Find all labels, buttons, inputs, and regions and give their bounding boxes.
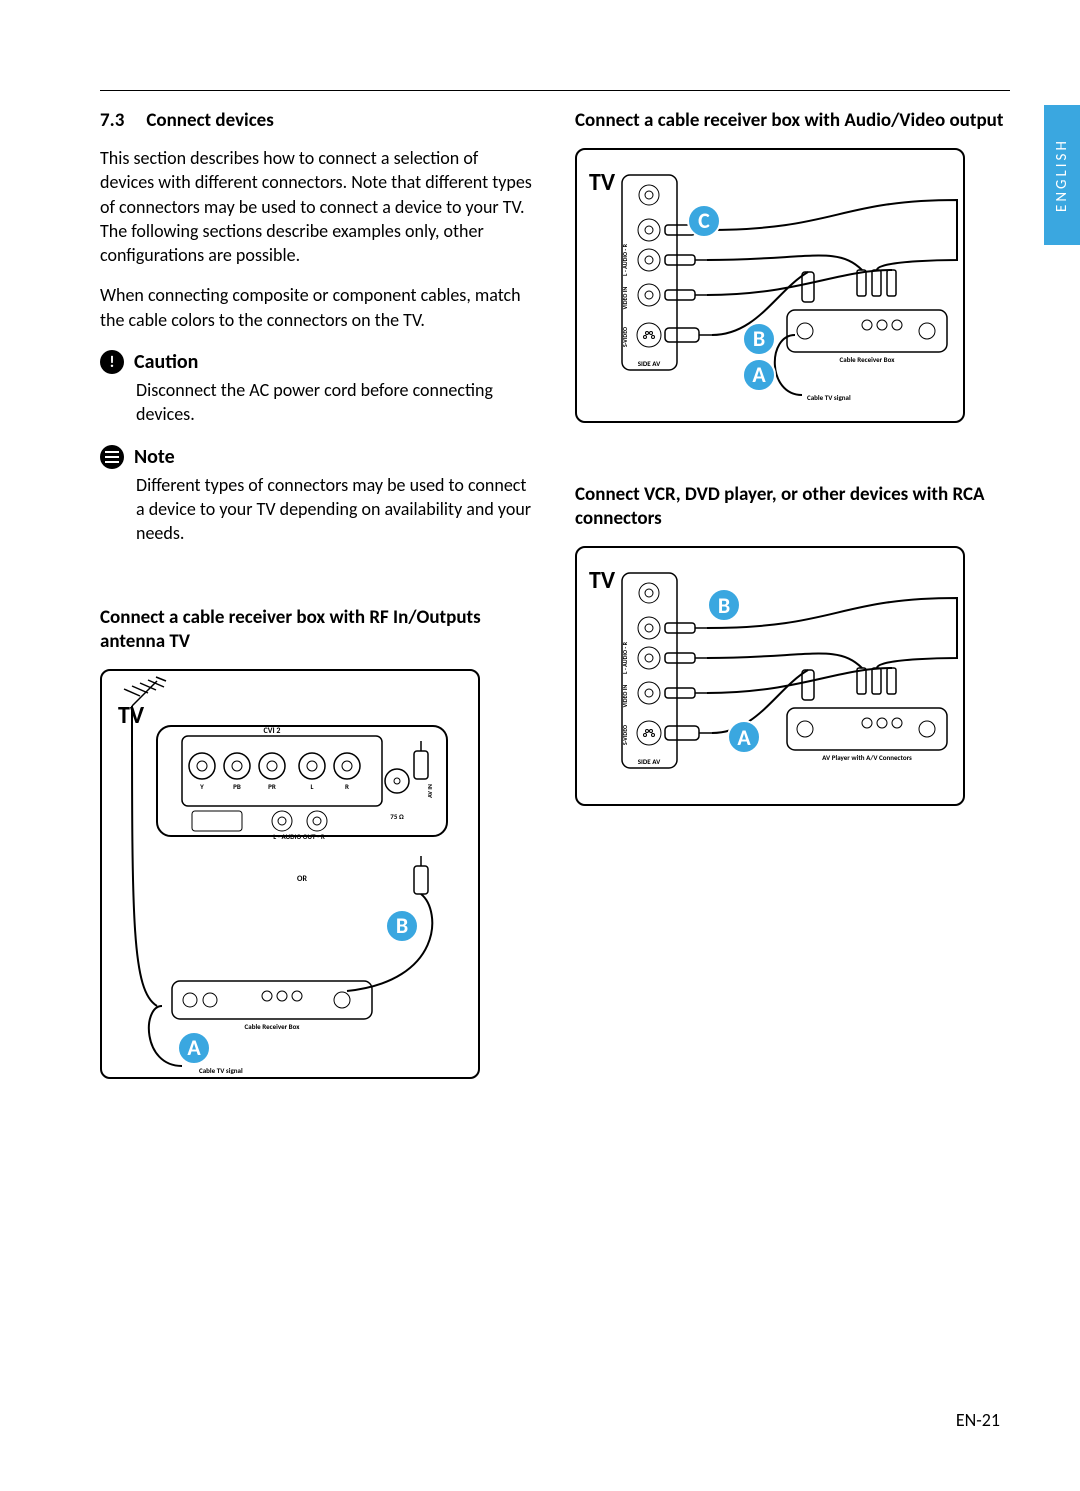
svg-text:OR: OR <box>297 874 307 884</box>
note-label: Note <box>134 445 175 469</box>
diagram-rf: CVI 2 Y PB PR L R L - AUDIO OU <box>100 669 480 1079</box>
svg-text:L - AUDIO OUT - R: L - AUDIO OUT - R <box>273 832 325 841</box>
svg-text:Cable Receiver Box: Cable Receiver Box <box>245 1022 301 1031</box>
subheading-rca: Connect VCR, DVD player, or other device… <box>575 483 1010 532</box>
diagram-rca: L - AUDIO - R VIDEO IN S-VIDEO SIDE AV <box>575 546 965 806</box>
svg-text:AV IN: AV IN <box>426 784 434 798</box>
svg-text:R: R <box>345 782 349 791</box>
left-column: 7.3 Connect devices This section describe… <box>100 109 535 1079</box>
note-icon <box>100 445 124 469</box>
svg-text:VIDEO IN: VIDEO IN <box>621 286 629 309</box>
badge-b: B <box>385 909 419 943</box>
svg-text:Cable Receiver Box: Cable Receiver Box <box>840 355 896 364</box>
right-column: Connect a cable receiver box with Audio/… <box>575 109 1010 1079</box>
svg-text:VIDEO IN: VIDEO IN <box>621 685 629 708</box>
svg-text:Y: Y <box>199 782 204 791</box>
badge-b: B <box>707 588 741 622</box>
tv-label: TV <box>589 168 615 197</box>
caution-block: ! Caution Disconnect the AC power cord b… <box>100 350 535 427</box>
page-content: 7.3 Connect devices This section describe… <box>0 0 1080 1491</box>
svg-text:S-VIDEO: S-VIDEO <box>621 725 629 745</box>
svg-text:75 Ω: 75 Ω <box>390 812 404 821</box>
svg-text:Cable TV signal: Cable TV signal <box>199 1066 243 1075</box>
note-text: Different types of connectors may be use… <box>100 473 535 546</box>
caution-text: Disconnect the AC power cord before conn… <box>100 378 535 427</box>
svg-text:Cable TV signal: Cable TV signal <box>807 393 851 402</box>
subheading-rf: Connect a cable receiver box with RF In/… <box>100 606 535 655</box>
page-number: EN-21 <box>956 1409 1000 1431</box>
badge-a: A <box>727 720 761 754</box>
svg-text:SIDE AV: SIDE AV <box>638 757 661 766</box>
svg-text:PR: PR <box>268 782 276 791</box>
subheading-av: Connect a cable receiver box with Audio/… <box>575 109 1010 134</box>
svg-text:L: L <box>311 782 314 791</box>
section-heading: 7.3 Connect devices <box>100 109 535 132</box>
section-title: Connect devices <box>146 109 273 132</box>
svg-text:CVI 2: CVI 2 <box>264 726 281 736</box>
note-block: Note Different types of connectors may b… <box>100 445 535 546</box>
caution-label: Caution <box>134 350 198 374</box>
svg-text:PB: PB <box>233 782 241 791</box>
tv-label: TV <box>589 566 615 595</box>
top-rule <box>100 90 1010 91</box>
badge-a: A <box>177 1031 211 1065</box>
intro-paragraph-1: This section describes how to connect a … <box>100 146 535 267</box>
svg-text:AV Player with A/V Connectors: AV Player with A/V Connectors <box>822 753 912 762</box>
badge-a: A <box>742 358 776 392</box>
svg-text:S-VIDEO: S-VIDEO <box>621 327 629 347</box>
svg-text:SIDE AV: SIDE AV <box>638 359 661 368</box>
svg-text:L - AUDIO - R: L - AUDIO - R <box>621 641 629 674</box>
svg-text:L - AUDIO - R: L - AUDIO - R <box>621 243 629 276</box>
badge-c: C <box>687 204 721 238</box>
section-number: 7.3 <box>100 109 124 132</box>
diagram-av: L - AUDIO - R VIDEO IN S-VIDEO SIDE AV <box>575 148 965 423</box>
tv-label: TV <box>118 701 144 730</box>
badge-b: B <box>742 322 776 356</box>
intro-paragraph-2: When connecting composite or component c… <box>100 283 535 332</box>
caution-icon: ! <box>100 350 124 374</box>
